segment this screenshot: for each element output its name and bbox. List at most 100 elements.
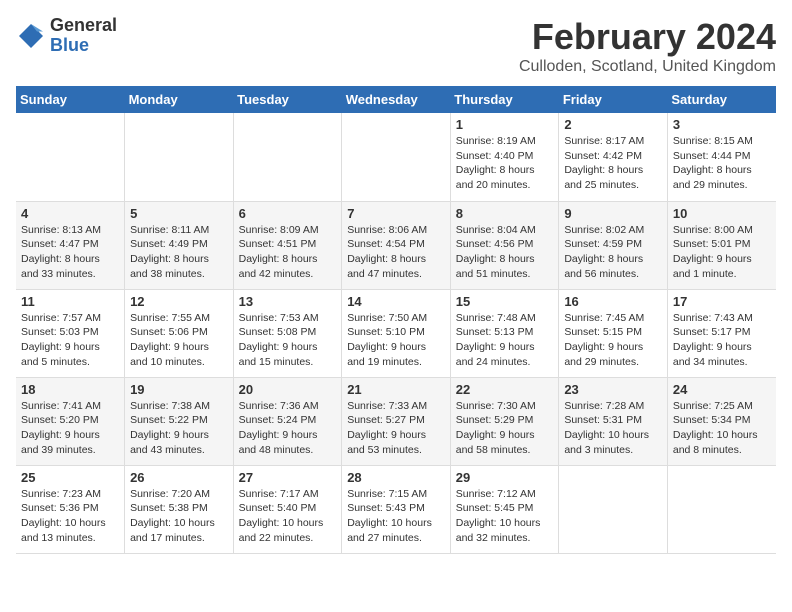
- calendar-cell: 17Sunrise: 7:43 AM Sunset: 5:17 PM Dayli…: [667, 289, 776, 377]
- day-info: Sunrise: 7:50 AM Sunset: 5:10 PM Dayligh…: [347, 311, 445, 370]
- day-number: 15: [456, 294, 554, 309]
- day-number: 13: [239, 294, 337, 309]
- calendar-cell: 9 Sunrise: 8:02 AM Sunset: 4:59 PM Daylig…: [559, 201, 668, 289]
- day-info: Sunrise: 8:00 AM Sunset: 5:01 PM Dayligh…: [673, 223, 771, 282]
- logo-icon: [16, 21, 46, 51]
- header-row: SundayMondayTuesdayWednesdayThursdayFrid…: [16, 86, 776, 113]
- calendar-cell: 23 Sunrise: 7:28 AM Sunset: 5:31 PM Dayli…: [559, 377, 668, 465]
- day-number: 6: [239, 206, 337, 221]
- calendar-cell: 29Sunrise: 7:12 AM Sunset: 5:45 PM Dayli…: [450, 465, 559, 553]
- day-info: Sunrise: 8:11 AM Sunset: 4:49 PM Dayligh…: [130, 223, 228, 282]
- column-header-saturday: Saturday: [667, 86, 776, 113]
- day-info: Sunrise: 7:38 AM Sunset: 5:22 PM Dayligh…: [130, 399, 228, 458]
- calendar-cell: 28 Sunrise: 7:15 AM Sunset: 5:43 PM Dayli…: [342, 465, 451, 553]
- calendar-cell: 26 Sunrise: 7:20 AM Sunset: 5:38 PM Dayli…: [125, 465, 234, 553]
- day-info: Sunrise: 7:43 AM Sunset: 5:17 PM Dayligh…: [673, 311, 771, 370]
- day-number: 11: [21, 294, 119, 309]
- logo: General Blue: [16, 16, 117, 56]
- day-info: Sunrise: 7:41 AM Sunset: 5:20 PM Dayligh…: [21, 399, 119, 458]
- day-number: 21: [347, 382, 445, 397]
- calendar-table: SundayMondayTuesdayWednesdayThursdayFrid…: [16, 86, 776, 554]
- calendar-cell: 20 Sunrise: 7:36 AM Sunset: 5:24 PM Dayli…: [233, 377, 342, 465]
- day-info: Sunrise: 7:20 AM Sunset: 5:38 PM Dayligh…: [130, 487, 228, 546]
- day-info: Sunrise: 7:15 AM Sunset: 5:43 PM Dayligh…: [347, 487, 445, 546]
- calendar-cell: 21 Sunrise: 7:33 AM Sunset: 5:27 PM Dayli…: [342, 377, 451, 465]
- week-row-5: 25 Sunrise: 7:23 AM Sunset: 5:36 PM Dayli…: [16, 465, 776, 553]
- day-info: Sunrise: 8:04 AM Sunset: 4:56 PM Dayligh…: [456, 223, 554, 282]
- day-number: 19: [130, 382, 228, 397]
- day-number: 29: [456, 470, 554, 485]
- day-number: 22: [456, 382, 554, 397]
- day-info: Sunrise: 7:36 AM Sunset: 5:24 PM Dayligh…: [239, 399, 337, 458]
- day-number: 26: [130, 470, 228, 485]
- calendar-cell: 18 Sunrise: 7:41 AM Sunset: 5:20 PM Dayli…: [16, 377, 125, 465]
- calendar-cell: 24 Sunrise: 7:25 AM Sunset: 5:34 PM Dayli…: [667, 377, 776, 465]
- day-info: Sunrise: 7:17 AM Sunset: 5:40 PM Dayligh…: [239, 487, 337, 546]
- day-number: 24: [673, 382, 771, 397]
- calendar-cell: [559, 465, 668, 553]
- subtitle: Culloden, Scotland, United Kingdom: [519, 58, 776, 76]
- day-info: Sunrise: 8:09 AM Sunset: 4:51 PM Dayligh…: [239, 223, 337, 282]
- calendar-cell: [16, 113, 125, 201]
- day-info: Sunrise: 7:33 AM Sunset: 5:27 PM Dayligh…: [347, 399, 445, 458]
- week-row-2: 4 Sunrise: 8:13 AM Sunset: 4:47 PM Daylig…: [16, 201, 776, 289]
- calendar-cell: 1 Sunrise: 8:19 AM Sunset: 4:40 PM Daylig…: [450, 113, 559, 201]
- day-info: Sunrise: 8:06 AM Sunset: 4:54 PM Dayligh…: [347, 223, 445, 282]
- column-header-thursday: Thursday: [450, 86, 559, 113]
- day-info: Sunrise: 8:17 AM Sunset: 4:42 PM Dayligh…: [564, 134, 662, 193]
- column-header-friday: Friday: [559, 86, 668, 113]
- calendar-cell: [667, 465, 776, 553]
- day-number: 23: [564, 382, 662, 397]
- day-info: Sunrise: 7:23 AM Sunset: 5:36 PM Dayligh…: [21, 487, 119, 546]
- day-info: Sunrise: 8:02 AM Sunset: 4:59 PM Dayligh…: [564, 223, 662, 282]
- day-number: 18: [21, 382, 119, 397]
- calendar-cell: 2 Sunrise: 8:17 AM Sunset: 4:42 PM Daylig…: [559, 113, 668, 201]
- calendar-cell: 7 Sunrise: 8:06 AM Sunset: 4:54 PM Daylig…: [342, 201, 451, 289]
- day-number: 28: [347, 470, 445, 485]
- day-number: 16: [564, 294, 662, 309]
- day-number: 1: [456, 117, 554, 132]
- day-info: Sunrise: 7:25 AM Sunset: 5:34 PM Dayligh…: [673, 399, 771, 458]
- calendar-cell: 13Sunrise: 7:53 AM Sunset: 5:08 PM Dayli…: [233, 289, 342, 377]
- calendar-cell: [233, 113, 342, 201]
- column-header-sunday: Sunday: [16, 86, 125, 113]
- logo-text: General Blue: [50, 16, 117, 56]
- calendar-cell: 12Sunrise: 7:55 AM Sunset: 5:06 PM Dayli…: [125, 289, 234, 377]
- day-info: Sunrise: 8:19 AM Sunset: 4:40 PM Dayligh…: [456, 134, 554, 193]
- calendar-cell: 22 Sunrise: 7:30 AM Sunset: 5:29 PM Dayli…: [450, 377, 559, 465]
- column-header-wednesday: Wednesday: [342, 86, 451, 113]
- day-number: 20: [239, 382, 337, 397]
- day-info: Sunrise: 7:55 AM Sunset: 5:06 PM Dayligh…: [130, 311, 228, 370]
- calendar-cell: 3 Sunrise: 8:15 AM Sunset: 4:44 PM Daylig…: [667, 113, 776, 201]
- title-block: February 2024 Culloden, Scotland, United…: [519, 16, 776, 76]
- day-info: Sunrise: 7:28 AM Sunset: 5:31 PM Dayligh…: [564, 399, 662, 458]
- day-info: Sunrise: 7:45 AM Sunset: 5:15 PM Dayligh…: [564, 311, 662, 370]
- day-number: 25: [21, 470, 119, 485]
- day-number: 8: [456, 206, 554, 221]
- main-title: February 2024: [519, 16, 776, 58]
- day-number: 9: [564, 206, 662, 221]
- day-number: 5: [130, 206, 228, 221]
- page-header: General Blue February 2024 Culloden, Sco…: [16, 16, 776, 76]
- calendar-cell: 4 Sunrise: 8:13 AM Sunset: 4:47 PM Daylig…: [16, 201, 125, 289]
- column-header-monday: Monday: [125, 86, 234, 113]
- calendar-cell: 25 Sunrise: 7:23 AM Sunset: 5:36 PM Dayli…: [16, 465, 125, 553]
- day-number: 4: [21, 206, 119, 221]
- day-info: Sunrise: 8:15 AM Sunset: 4:44 PM Dayligh…: [673, 134, 771, 193]
- day-info: Sunrise: 7:48 AM Sunset: 5:13 PM Dayligh…: [456, 311, 554, 370]
- calendar-cell: 16 Sunrise: 7:45 AM Sunset: 5:15 PM Dayli…: [559, 289, 668, 377]
- calendar-cell: [342, 113, 451, 201]
- day-info: Sunrise: 8:13 AM Sunset: 4:47 PM Dayligh…: [21, 223, 119, 282]
- day-info: Sunrise: 7:57 AM Sunset: 5:03 PM Dayligh…: [21, 311, 119, 370]
- day-number: 2: [564, 117, 662, 132]
- calendar-cell: 10Sunrise: 8:00 AM Sunset: 5:01 PM Dayli…: [667, 201, 776, 289]
- calendar-cell: [125, 113, 234, 201]
- week-row-1: 1 Sunrise: 8:19 AM Sunset: 4:40 PM Daylig…: [16, 113, 776, 201]
- calendar-cell: 14 Sunrise: 7:50 AM Sunset: 5:10 PM Dayli…: [342, 289, 451, 377]
- day-number: 7: [347, 206, 445, 221]
- week-row-3: 11 Sunrise: 7:57 AM Sunset: 5:03 PM Dayli…: [16, 289, 776, 377]
- day-number: 3: [673, 117, 771, 132]
- day-info: Sunrise: 7:30 AM Sunset: 5:29 PM Dayligh…: [456, 399, 554, 458]
- week-row-4: 18 Sunrise: 7:41 AM Sunset: 5:20 PM Dayli…: [16, 377, 776, 465]
- day-number: 14: [347, 294, 445, 309]
